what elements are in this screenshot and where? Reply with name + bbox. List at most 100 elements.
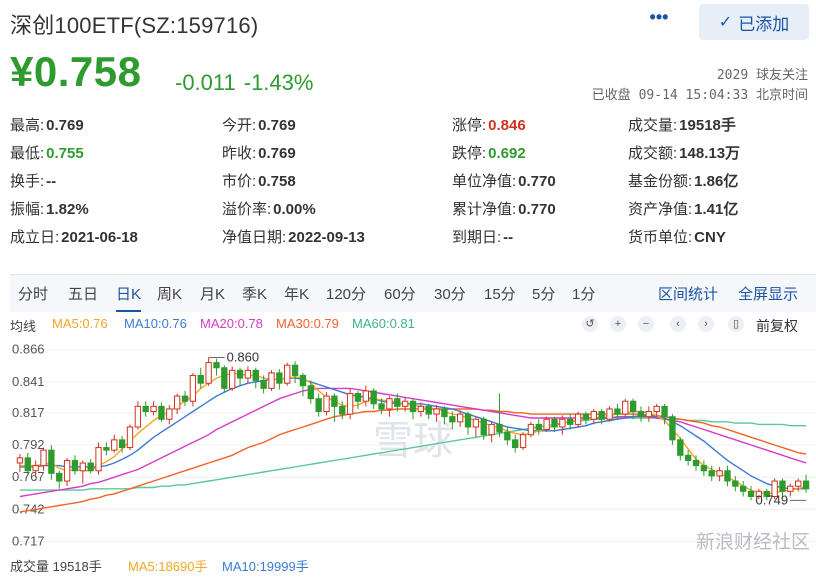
candle-down <box>449 416 456 423</box>
candle-down <box>464 413 472 428</box>
volume-label: 成交量 19518手 <box>10 559 102 574</box>
tab-4[interactable]: 月K <box>200 283 225 304</box>
tab-2[interactable]: 日K <box>116 283 142 312</box>
candle-down <box>24 457 31 472</box>
candle-down <box>236 369 244 379</box>
candle-up <box>433 408 440 415</box>
candle-down <box>48 449 55 474</box>
stat-value: 0.769 <box>258 117 296 134</box>
candle-down <box>740 485 747 492</box>
y-tick-label: 0.817 <box>12 405 45 420</box>
candle-down <box>118 439 126 449</box>
stat-value: 0.00% <box>273 201 316 218</box>
candle-down <box>291 364 299 376</box>
scroll-left-icon[interactable]: ‹ <box>670 316 686 332</box>
tab-6[interactable]: 年K <box>284 283 309 304</box>
candle-down <box>504 431 511 441</box>
stat-value: 0.846 <box>488 117 526 134</box>
scroll-right-icon[interactable]: › <box>698 316 714 332</box>
candle-up <box>795 480 802 487</box>
stat-label: 净值日期: <box>222 229 287 246</box>
tab-10[interactable]: 15分 <box>484 283 516 304</box>
candle-up <box>40 449 47 467</box>
kline-chart[interactable]: 雪球0.8660.8410.8170.7920.7670.7420.7170.8… <box>10 336 816 554</box>
candle-down <box>684 454 692 461</box>
stat-value: 0.770 <box>518 201 556 218</box>
candle-down <box>378 403 385 410</box>
added-button-label: 已添加 <box>738 14 790 34</box>
volume-ma10: MA10:19999手 <box>222 559 309 574</box>
candle-down <box>614 408 621 415</box>
candle-up <box>189 374 197 402</box>
stat-value: 2021-06-18 <box>61 229 138 246</box>
candle-down <box>425 405 432 415</box>
stat-label: 涨停: <box>452 117 487 134</box>
stat-value: 0.769 <box>46 117 84 134</box>
stat-item: 成交量: 19518手 <box>628 114 736 135</box>
stat-label: 成立日: <box>10 229 60 246</box>
candle-down <box>637 411 645 418</box>
stat-label: 累计净值: <box>452 201 517 218</box>
candle-down <box>299 374 307 387</box>
volume-ma5: MA5:18690手 <box>128 559 208 574</box>
candle-up <box>79 462 86 472</box>
tab-1[interactable]: 五日 <box>68 283 98 304</box>
stat-label: 货币单位: <box>628 229 693 246</box>
stat-item: 昨收: 0.769 <box>222 142 296 163</box>
stat-label: 最高: <box>10 117 45 134</box>
candle-down <box>512 439 519 449</box>
volume-legend: 成交量 19518手 MA5:18690手 MA10:19999手 <box>10 556 816 576</box>
stat-label: 资产净值: <box>628 201 693 218</box>
candle-up <box>63 459 71 482</box>
candle-down <box>339 405 346 415</box>
stat-item: 涨停: 0.846 <box>452 114 526 135</box>
range-stats-button[interactable]: 区间统计 <box>658 283 718 304</box>
candle-down <box>661 405 668 418</box>
stat-item: 振幅: 1.82% <box>10 198 89 219</box>
zoom-out-icon[interactable]: − <box>638 316 654 332</box>
candle-up <box>590 411 597 420</box>
candle-down <box>315 398 322 413</box>
zoom-in-icon[interactable]: + <box>610 316 626 332</box>
tab-8[interactable]: 60分 <box>384 283 416 304</box>
ma-legend: 均线 MA5:0.76 MA10:0.76 MA20:0.78 MA30:0.7… <box>10 314 816 334</box>
more-button[interactable]: ••• <box>646 8 672 32</box>
stat-item: 跌停: 0.692 <box>452 142 526 163</box>
candle-up <box>716 470 723 477</box>
adjust-mode-select[interactable]: 前复权 <box>756 316 798 336</box>
candle-down <box>213 362 220 369</box>
tab-11[interactable]: 5分 <box>532 283 555 304</box>
tab-12[interactable]: 1分 <box>572 283 595 304</box>
candle-down <box>582 413 590 420</box>
candle-down <box>354 393 362 402</box>
change-percent: -1.43% <box>243 70 314 95</box>
candle-down <box>103 447 110 451</box>
stat-item: 净值日期: 2022-09-13 <box>222 226 365 247</box>
candle-up <box>645 411 653 418</box>
candle-down <box>307 385 314 400</box>
tab-0[interactable]: 分时 <box>18 283 48 304</box>
stat-value: 1.41亿 <box>694 201 739 218</box>
tab-5[interactable]: 季K <box>242 283 267 304</box>
candle-up <box>166 408 173 420</box>
added-button[interactable]: ✓ 已添加 <box>699 4 809 40</box>
candle-up <box>456 413 464 423</box>
stats-row: 振幅: 1.82% 溢价率: 0.00% 累计净值: 0.770 资产净值: 1.41亿 <box>10 198 810 226</box>
undo-icon[interactable]: ↺ <box>582 316 598 332</box>
fullscreen-button[interactable]: 全屏显示 <box>738 283 798 304</box>
stat-value: 1.82% <box>46 201 89 218</box>
candle-up <box>653 405 660 413</box>
candle-down <box>252 369 259 382</box>
candle-down <box>158 405 165 420</box>
tab-3[interactable]: 周K <box>157 283 182 304</box>
ma5-value: MA5:0.76 <box>52 316 108 331</box>
candle-down <box>197 374 204 384</box>
candle-down <box>567 418 574 425</box>
candle-style-icon[interactable]: ▯ <box>728 316 744 332</box>
followers-count[interactable]: 2029 球友关注 <box>717 64 808 83</box>
tab-9[interactable]: 30分 <box>434 283 466 304</box>
tab-7[interactable]: 120分 <box>326 283 366 304</box>
candle-up <box>488 423 495 436</box>
stat-value: 0.758 <box>258 173 296 190</box>
candle-down <box>142 405 149 413</box>
